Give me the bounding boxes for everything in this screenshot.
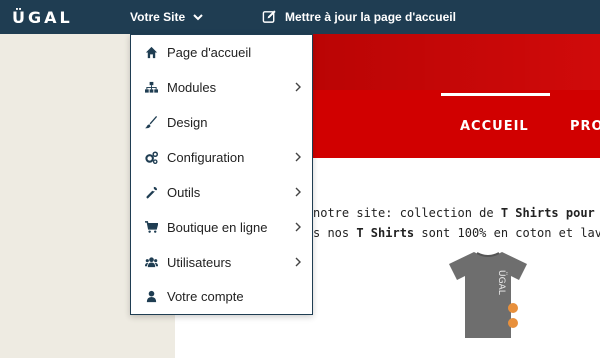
menu-item-label: Configuration: [167, 150, 245, 165]
menu-item-label: Votre compte: [167, 289, 244, 304]
edit-icon: [262, 10, 276, 23]
menu-item-configuration[interactable]: Configuration: [131, 140, 312, 175]
chevron-right-icon: [295, 257, 301, 267]
users-icon: [145, 256, 158, 269]
menu-item-votre-compte[interactable]: Votre compte: [131, 279, 312, 314]
intro-line-1: notre site: collection de T Shirts pour …: [313, 206, 600, 220]
app-logo[interactable]: ÜGAL: [12, 8, 73, 27]
chevron-right-icon: [295, 82, 301, 92]
menu-item-label: Modules: [167, 80, 217, 95]
update-homepage-button[interactable]: Mettre à jour la page d'accueil: [262, 9, 456, 24]
nav-item-pro[interactable]: PRO: [570, 119, 600, 134]
menu-item-label: Page d'accueil: [167, 45, 252, 60]
shirt-logo-text: ÜGAL: [496, 270, 507, 295]
top-bar: ÜGAL Votre Site Mettre à jour la page d'…: [0, 0, 600, 34]
sitemap-icon: [145, 81, 158, 94]
user-icon: [145, 290, 158, 303]
nav-active-indicator: [441, 93, 550, 96]
chevron-down-icon: [193, 14, 203, 21]
menu-item-label: Boutique en ligne: [167, 220, 268, 235]
chevron-right-icon: [295, 187, 301, 197]
brush-icon: [145, 116, 158, 129]
site-dropdown-menu: Page d'accueil Modules Design Configurat…: [130, 34, 313, 315]
menu-item-label: Design: [167, 115, 208, 130]
votre-site-label: Votre Site: [130, 10, 186, 24]
home-icon: [145, 46, 158, 59]
menu-item-boutique[interactable]: Boutique en ligne: [131, 210, 312, 245]
menu-item-modules[interactable]: Modules: [131, 70, 312, 105]
nav-item-accueil[interactable]: ACCUEIL: [460, 119, 529, 134]
chevron-right-icon: [295, 222, 301, 232]
menu-item-page-accueil[interactable]: Page d'accueil: [131, 35, 312, 70]
wrench-icon: [145, 186, 158, 199]
menu-item-utilisateurs[interactable]: Utilisateurs: [131, 245, 312, 280]
votre-site-menu-button[interactable]: Votre Site: [130, 10, 203, 24]
menu-item-label: Outils: [167, 185, 201, 200]
update-homepage-label: Mettre à jour la page d'accueil: [285, 9, 456, 24]
gears-icon: [145, 151, 158, 164]
menu-item-label: Utilisateurs: [167, 255, 232, 270]
menu-item-outils[interactable]: Outils: [131, 175, 312, 210]
menu-item-design[interactable]: Design: [131, 105, 312, 140]
tshirt-image: ÜGAL: [449, 252, 527, 338]
intro-line-2: s nos T Shirts sont 100% en coton et lav…: [313, 226, 600, 240]
cart-icon: [145, 221, 158, 234]
chevron-right-icon: [295, 152, 301, 162]
